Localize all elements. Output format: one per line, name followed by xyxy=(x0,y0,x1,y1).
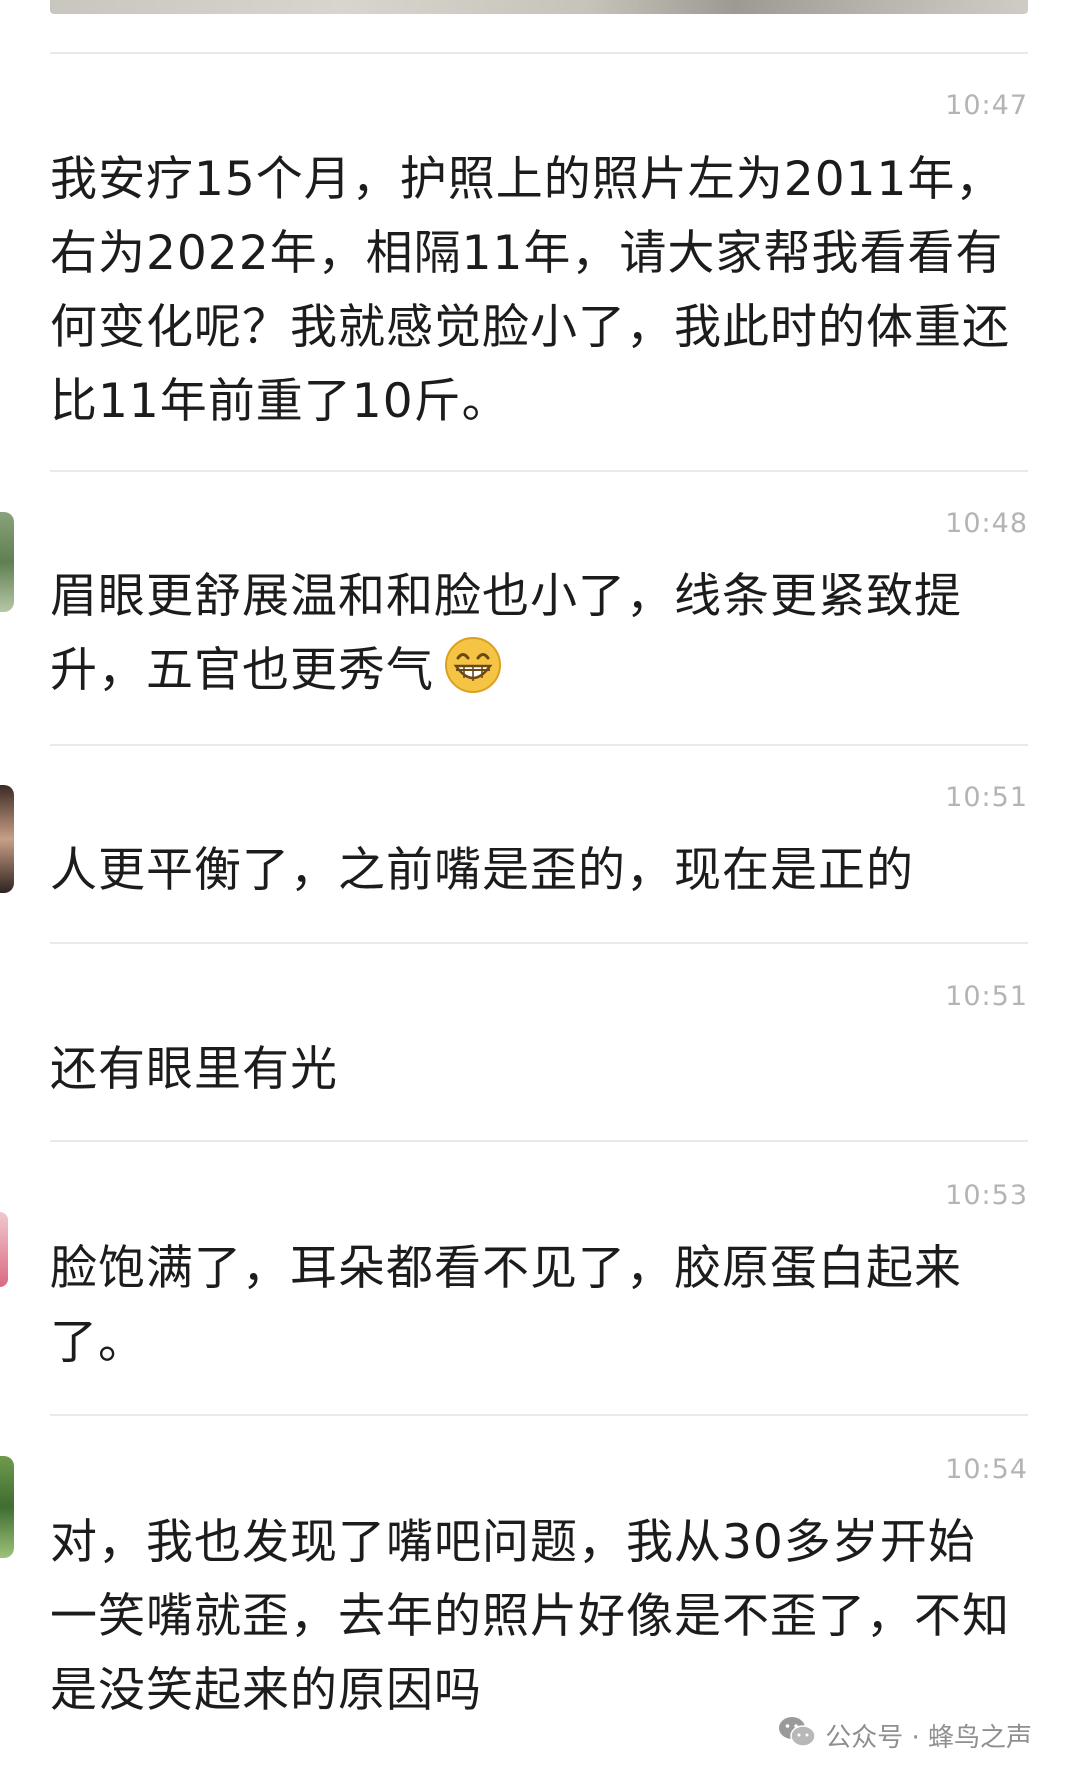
comment-timestamp: 10:53 xyxy=(945,1180,1028,1211)
comment-timestamp: 10:51 xyxy=(945,782,1028,813)
watermark: 公众号 · 蜂鸟之声 xyxy=(773,1713,1036,1757)
comment-text: 我安疗15个月，护照上的照片左为2011年，右为2022年，相隔11年，请大家帮… xyxy=(50,152,1010,429)
watermark-text: 公众号 · 蜂鸟之声 xyxy=(825,1722,1032,1753)
comment-text: 对，我也发现了嘴吧问题，我从30多岁开始一笑嘴就歪，去年的照片好像是不歪了，不知… xyxy=(50,1515,1010,1718)
avatar[interactable] xyxy=(0,785,14,893)
grinning-face-icon xyxy=(444,636,502,694)
avatar[interactable] xyxy=(0,1456,14,1558)
avatar[interactable] xyxy=(0,1212,8,1287)
divider xyxy=(50,744,1028,746)
comment-text: 还有眼里有光 xyxy=(50,1042,338,1097)
comment-text: 眉眼更舒展温和和脸也小了，线条更紧致提升，五官也更秀气 xyxy=(50,560,1030,708)
avatar[interactable] xyxy=(0,512,14,612)
comment-timestamp: 10:51 xyxy=(945,981,1028,1012)
comment-text: 人更平衡了，之前嘴是歪的，现在是正的 xyxy=(50,843,914,898)
divider xyxy=(50,1414,1028,1416)
divider xyxy=(50,942,1028,944)
divider xyxy=(50,52,1028,54)
divider xyxy=(50,470,1028,472)
comment-text: 脸饱满了，耳朵都看不见了，胶原蛋白起来了。 xyxy=(50,1241,962,1370)
divider xyxy=(50,1140,1028,1142)
comment-timestamp: 10:47 xyxy=(945,90,1028,121)
attached-photo-strip[interactable] xyxy=(50,0,1028,14)
comment-timestamp: 10:48 xyxy=(945,508,1028,539)
comment-text-body: 眉眼更舒展温和和脸也小了，线条更紧致提升，五官也更秀气 xyxy=(50,569,962,698)
wechat-icon xyxy=(777,1715,817,1756)
comment-timestamp: 10:54 xyxy=(945,1454,1028,1485)
